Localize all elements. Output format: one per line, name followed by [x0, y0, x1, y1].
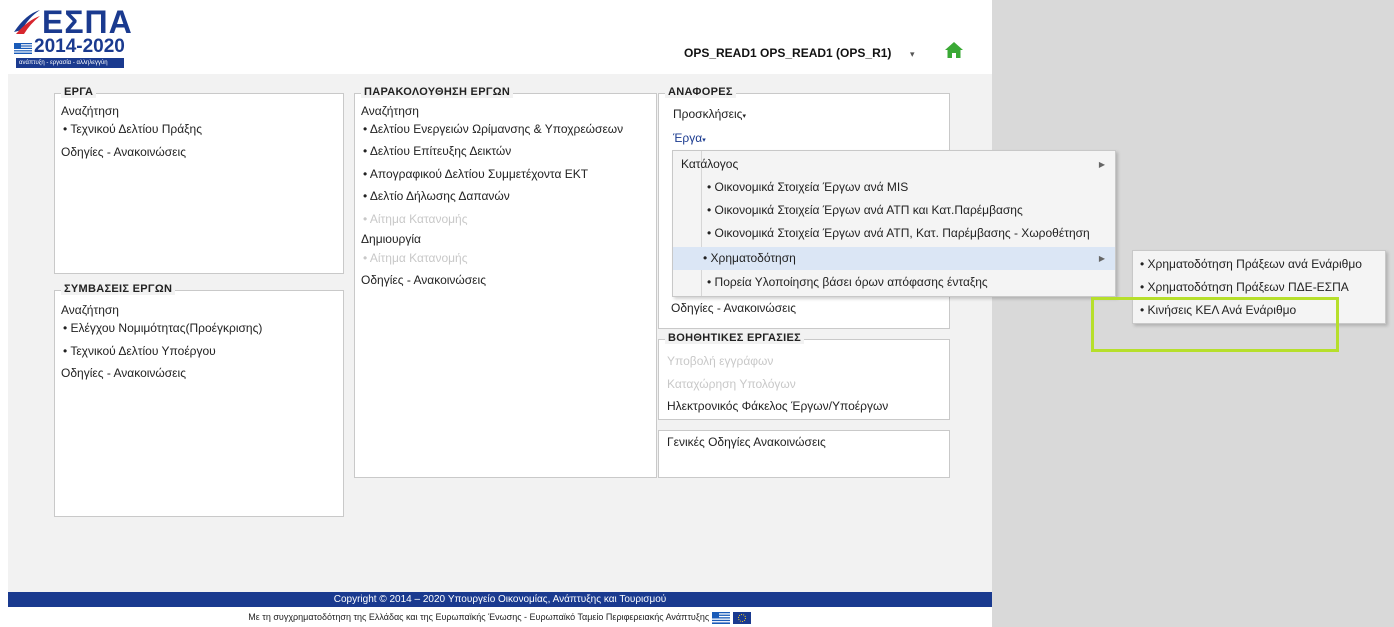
erga-search-label: Αναζήτηση	[61, 104, 119, 118]
chevron-down-icon[interactable]: ▾	[910, 49, 915, 60]
erga-panel: ΕΡΓΑ Αναζήτηση • Τεχνικού Δελτίου Πράξης…	[54, 86, 344, 274]
greek-flag-icon	[14, 43, 32, 54]
menu-item-poreia-ylopoiisis[interactable]: • Πορεία Υλοποίησης βάσει όρων απόφασης …	[673, 271, 1115, 294]
page: ΕΣΠΑ 2014-2020 ανάπτυξη - εργασία - αλλη…	[0, 0, 992, 627]
anafores-hidden-guides[interactable]: Οδηγίες - Ανακοινώσεις	[671, 301, 796, 315]
menu-item-mis[interactable]: • Οικονομικά Στοιχεία Έργων ανά MIS	[673, 176, 1115, 199]
espa-swoosh-icon	[14, 10, 40, 34]
voithitikes-kataxorisi: Καταχώρηση Υπολόγων	[667, 377, 796, 391]
parakolouthisi-search-label: Αναζήτηση	[361, 104, 419, 118]
menu-item-katalogos[interactable]: Κατάλογος ▶	[673, 153, 1115, 176]
parakolouthisi-create-label: Δημιουργία	[361, 232, 421, 246]
menu-item-label: Κατάλογος	[681, 157, 739, 171]
footer-cofund-text: Με τη συγχρηματοδότηση της Ελλάδας και τ…	[248, 612, 710, 622]
highlight-selection-box	[1091, 297, 1339, 352]
parakolouthisi-panel: ΠΑΡΑΚΟΛΟΥΘΗΣΗ ΕΡΓΩΝ Αναζήτηση • Δελτίου …	[354, 86, 657, 478]
proskliseis-label: Προσκλήσεις	[673, 107, 743, 121]
erga-legend: ΕΡΓΑ	[61, 86, 97, 98]
menu-item-xrimatodotisi[interactable]: • Χρηματοδότηση ▶	[673, 247, 1115, 270]
parakolouthisi-item-aitima-katanomis: • Αίτημα Κατανομής	[363, 212, 468, 226]
parakolouthisi-item-orimansis[interactable]: • Δελτίου Ενεργειών Ωρίμανσης & Υποχρεώσ…	[363, 122, 623, 136]
menu-item-atp-xorothetisi[interactable]: • Οικονομικά Στοιχεία Έργων ανά ΑΤΠ, Κατ…	[673, 222, 1115, 245]
chevron-right-icon: ▶	[1098, 160, 1105, 169]
voithitikes-legend: ΒΟΗΘΗΤΙΚΕΣ ΕΡΓΑΣΙΕΣ	[665, 332, 804, 344]
genikes-odigies-link[interactable]: Γενικές Οδηγίες Ανακοινώσεις	[667, 435, 826, 449]
home-icon[interactable]	[944, 41, 964, 59]
symvaseis-search-label: Αναζήτηση	[61, 303, 119, 317]
anafores-proskliseis[interactable]: Προσκλήσεις▾	[673, 107, 746, 121]
symvaseis-panel: ΣΥΜΒΑΣΕΙΣ ΕΡΓΩΝ Αναζήτηση • Ελέγχου Νομι…	[54, 283, 344, 517]
symvaseis-legend: ΣΥΜΒΑΣΕΙΣ ΕΡΓΩΝ	[61, 283, 176, 295]
voithitikes-ypovoli: Υποβολή εγγράφων	[667, 354, 774, 368]
menu-item-atp-kat-paremvasis[interactable]: • Οικονομικά Στοιχεία Έργων ανά ΑΤΠ και …	[673, 199, 1115, 222]
logo-tagline: ανάπτυξη - εργασία - αλληλεγγύη	[16, 58, 124, 68]
symvaseis-guides-link[interactable]: Οδηγίες - Ανακοινώσεις	[61, 366, 186, 380]
greek-eu-flags-icon	[711, 611, 751, 624]
genikes-panel: Γενικές Οδηγίες Ανακοινώσεις	[658, 430, 950, 478]
header: ΕΣΠΑ 2014-2020 ανάπτυξη - εργασία - αλλη…	[0, 0, 992, 74]
erga-guides-link[interactable]: Οδηγίες - Ανακοινώσεις	[61, 145, 186, 159]
voithitikes-panel: ΒΟΗΘΗΤΙΚΕΣ ΕΡΓΑΣΙΕΣ Υποβολή εγγράφων Κατ…	[658, 332, 950, 420]
parakolouthisi-create-aitima: • Αίτημα Κατανομής	[363, 251, 468, 265]
erga-item-techniko-deltio[interactable]: • Τεχνικού Δελτίου Πράξης	[63, 122, 202, 136]
anafores-legend: ΑΝΑΦΟΡΕΣ	[665, 86, 736, 98]
parakolouthisi-guides-link[interactable]: Οδηγίες - Ανακοινώσεις	[361, 273, 486, 287]
footer-cofund: Με τη συγχρηματοδότηση της Ελλάδας και τ…	[8, 608, 992, 626]
symvaseis-item-nomimotita[interactable]: • Ελέγχου Νομιμότητας(Προέγκρισης)	[63, 321, 262, 335]
submenu-item-xrim-pde-espa[interactable]: • Χρηματοδότηση Πράξεων ΠΔΕ-ΕΣΠΑ	[1133, 276, 1385, 299]
parakolouthisi-item-dilosis-dapanon[interactable]: • Δελτίο Δήλωσης Δαπανών	[363, 189, 510, 203]
voithitikes-efakelos[interactable]: Ηλεκτρονικός Φάκελος Έργων/Υποέργων	[667, 399, 888, 413]
symvaseis-item-techniko-ypoergou[interactable]: • Τεχνικού Δελτίου Υποέργου	[63, 344, 216, 358]
espa-logo: ΕΣΠΑ 2014-2020 ανάπτυξη - εργασία - αλλη…	[12, 4, 132, 70]
anafores-erga[interactable]: Έργα▾	[673, 131, 706, 145]
parakolouthisi-legend: ΠΑΡΑΚΟΛΟΥΘΗΣΗ ΕΡΓΩΝ	[361, 86, 514, 98]
erga-dropdown-menu: Κατάλογος ▶ • Οικονομικά Στοιχεία Έργων …	[672, 150, 1116, 297]
chevron-down-icon: ▾	[702, 137, 706, 144]
chevron-down-icon: ▾	[742, 113, 746, 120]
chevron-right-icon: ▶	[1098, 254, 1105, 263]
user-menu[interactable]: OPS_READ1 OPS_READ1 (OPS_R1)	[684, 46, 891, 60]
logo-years: 2014-2020	[34, 36, 125, 57]
parakolouthisi-item-deiktwn[interactable]: • Δελτίου Επίτευξης Δεικτών	[363, 144, 511, 158]
footer-copyright: Copyright © 2014 – 2020 Υπουργείο Οικονο…	[8, 592, 992, 607]
menu-item-label: • Χρηματοδότηση	[703, 251, 796, 265]
parakolouthisi-item-apografikou[interactable]: • Απογραφικού Δελτίου Συμμετέχοντα ΕΚΤ	[363, 167, 588, 181]
erga-label: Έργα	[673, 131, 703, 145]
submenu-item-xrim-enarithmo[interactable]: • Χρηματοδότηση Πράξεων ανά Ενάριθμο	[1133, 253, 1385, 276]
